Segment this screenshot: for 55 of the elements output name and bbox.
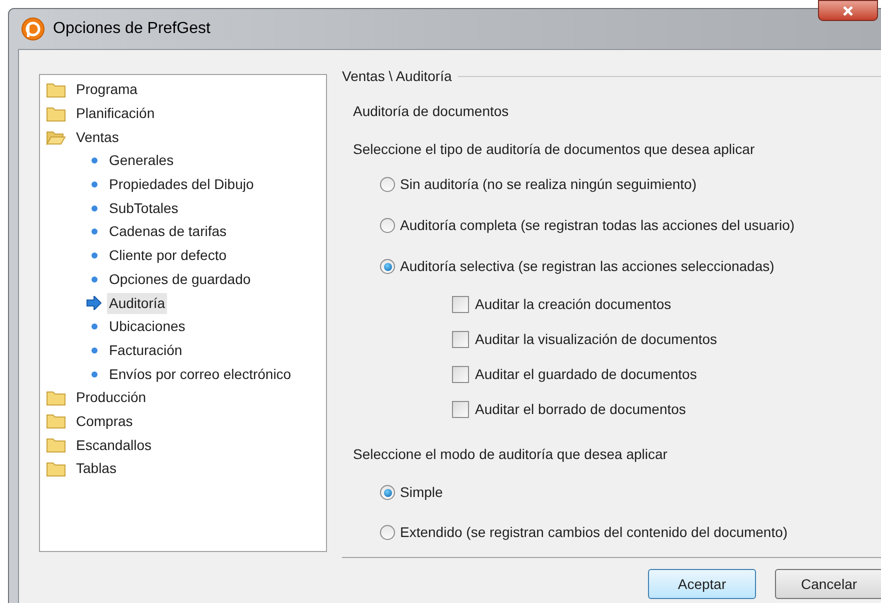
bullet-icon [90, 323, 98, 330]
tree-item[interactable]: Tablas [74, 458, 118, 480]
tree-item[interactable]: Compras [74, 410, 135, 432]
radio-button[interactable] [380, 525, 395, 540]
radio-button[interactable] [380, 485, 395, 500]
tree-item[interactable]: Programa [74, 79, 140, 100]
radio-button[interactable] [380, 177, 395, 192]
tree-item[interactable]: Cliente por defecto [107, 245, 229, 266]
tree-item[interactable]: Auditoría [107, 292, 168, 314]
bullet-icon [90, 276, 98, 283]
bullet-icon [90, 157, 98, 164]
checkbox[interactable] [452, 331, 469, 348]
checkbox-label: Auditar el borrado de documentos [475, 400, 686, 419]
tree-item[interactable]: Facturación [107, 340, 184, 361]
checkbox-label: Auditar el guardado de documentos [475, 365, 697, 384]
tree-item[interactable]: Generales [107, 150, 176, 172]
bullet-icon [90, 252, 98, 260]
checkbox[interactable] [452, 366, 469, 383]
bullet-icon [90, 181, 98, 188]
tree-item[interactable]: Ventas [74, 126, 121, 148]
tree-item[interactable]: Envíos por correo electrónico [107, 364, 294, 385]
tree-item[interactable]: Cadenas de tarifas [107, 221, 229, 242]
bullet-icon [90, 228, 98, 236]
checkbox[interactable] [452, 296, 469, 313]
section-title: Ventas \ Auditoría [342, 67, 452, 86]
bullet-icon [90, 370, 98, 378]
checkbox-label: Auditar la creación documentos [475, 295, 672, 314]
radio-label: Auditoría completa (se registran todas las acciones del usuario) [400, 216, 795, 235]
instruction-text: Seleccione el tipo de auditoría de documentos que desea aplicar [353, 140, 756, 159]
tree-item[interactable]: Opciones de guardado [107, 268, 253, 290]
bullet-icon [90, 346, 98, 354]
radio-button[interactable] [380, 218, 395, 233]
cancel-button[interactable]: Cancelar [775, 569, 881, 599]
bullet-icon [90, 204, 98, 212]
tree-item[interactable]: Escandallos [74, 434, 154, 456]
checkbox-label: Auditar la visualización de documentos [475, 330, 718, 349]
tree-item[interactable]: Propiedades del Dibujo [107, 174, 256, 196]
window-title: Opciones de PrefGest [53, 19, 210, 39]
group-heading: Auditoría de documentos [353, 102, 510, 121]
radio-label: Auditoría selectiva (se registran las acciones seleccionadas) [400, 257, 774, 276]
checkbox[interactable] [452, 401, 469, 418]
accept-button[interactable]: Aceptar [648, 569, 756, 599]
app-logo-icon [21, 17, 45, 41]
instruction-text: Seleccione el modo de auditoría que desea aplicar [353, 445, 668, 464]
close-icon [842, 6, 854, 16]
tree-item[interactable]: Producción [74, 387, 148, 408]
close-button[interactable] [818, 0, 878, 21]
radio-label: Extendido (se registran cambios del contenido del documento) [400, 523, 788, 542]
radio-label: Simple [400, 483, 443, 502]
arrow-icon [86, 296, 102, 310]
radio-button[interactable] [380, 259, 395, 274]
radio-label: Sin auditoría (no se realiza ningún seguimiento) [400, 175, 697, 194]
tree-item[interactable]: Planificación [74, 103, 157, 124]
tree-item[interactable]: Ubicaciones [107, 316, 188, 338]
tree-item[interactable]: SubTotales [107, 198, 180, 219]
